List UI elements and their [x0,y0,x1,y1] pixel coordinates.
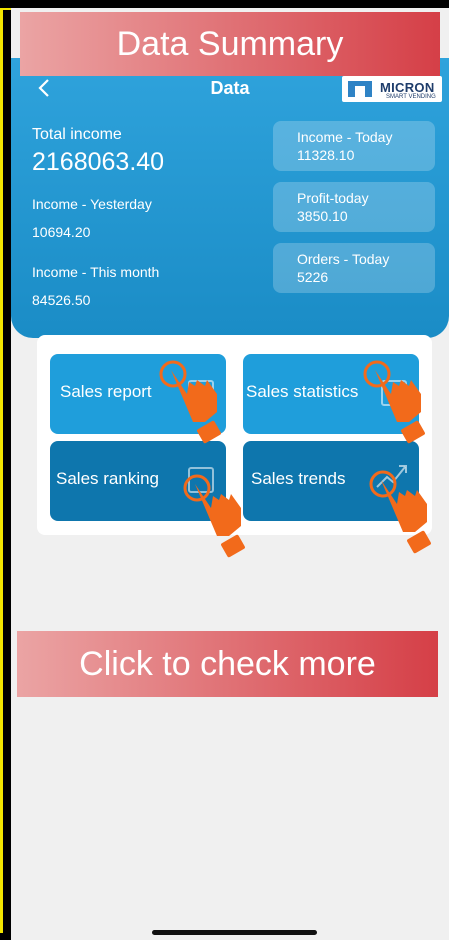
stat-value: 11328.10 [297,147,355,163]
click-to-check-more-banner[interactable]: Click to check more [17,631,438,697]
tile-label: Sales statistics [246,382,359,401]
stat-label: Orders - Today [297,251,390,267]
stat-orders-today: Orders - Today 5226 [273,243,435,293]
pointing-hand-icon [363,360,425,444]
pointing-hand-icon [183,474,245,558]
tile-label: Sales report [60,382,152,401]
logo-tagline: SMART VENDING [386,94,436,100]
micron-logo-mark [348,81,372,97]
micron-logo: MICRON SMART VENDING [342,76,442,102]
month-income-label: Income - This month [32,264,160,280]
home-indicator[interactable] [152,930,317,935]
phone-screen: Data MICRON SMART VENDING Total income 2… [11,8,449,940]
tile-label: Sales trends [251,469,346,488]
total-income-label: Total income [32,126,122,143]
stat-value: 3850.10 [297,208,348,224]
stat-income-today: Income - Today 11328.10 [273,121,435,171]
month-income-value: 84526.50 [32,292,91,308]
yesterday-income-label: Income - Yesterday [32,196,152,212]
data-summary-banner: Data Summary [20,12,440,76]
yesterday-income-value: 10694.20 [32,224,91,240]
pointing-hand-icon [159,360,221,444]
pointing-hand-icon [369,470,431,554]
stat-label: Income - Today [297,129,393,145]
stat-profit-today: Profit-today 3850.10 [273,182,435,232]
stat-value: 5226 [297,269,329,285]
frame-accent-left [0,8,3,933]
stat-label: Profit-today [297,190,369,206]
total-income-value: 2168063.40 [32,148,165,176]
logo-brand: MICRON [380,80,435,95]
device-frame: Data MICRON SMART VENDING Total income 2… [0,0,449,940]
tile-label: Sales ranking [56,469,160,488]
